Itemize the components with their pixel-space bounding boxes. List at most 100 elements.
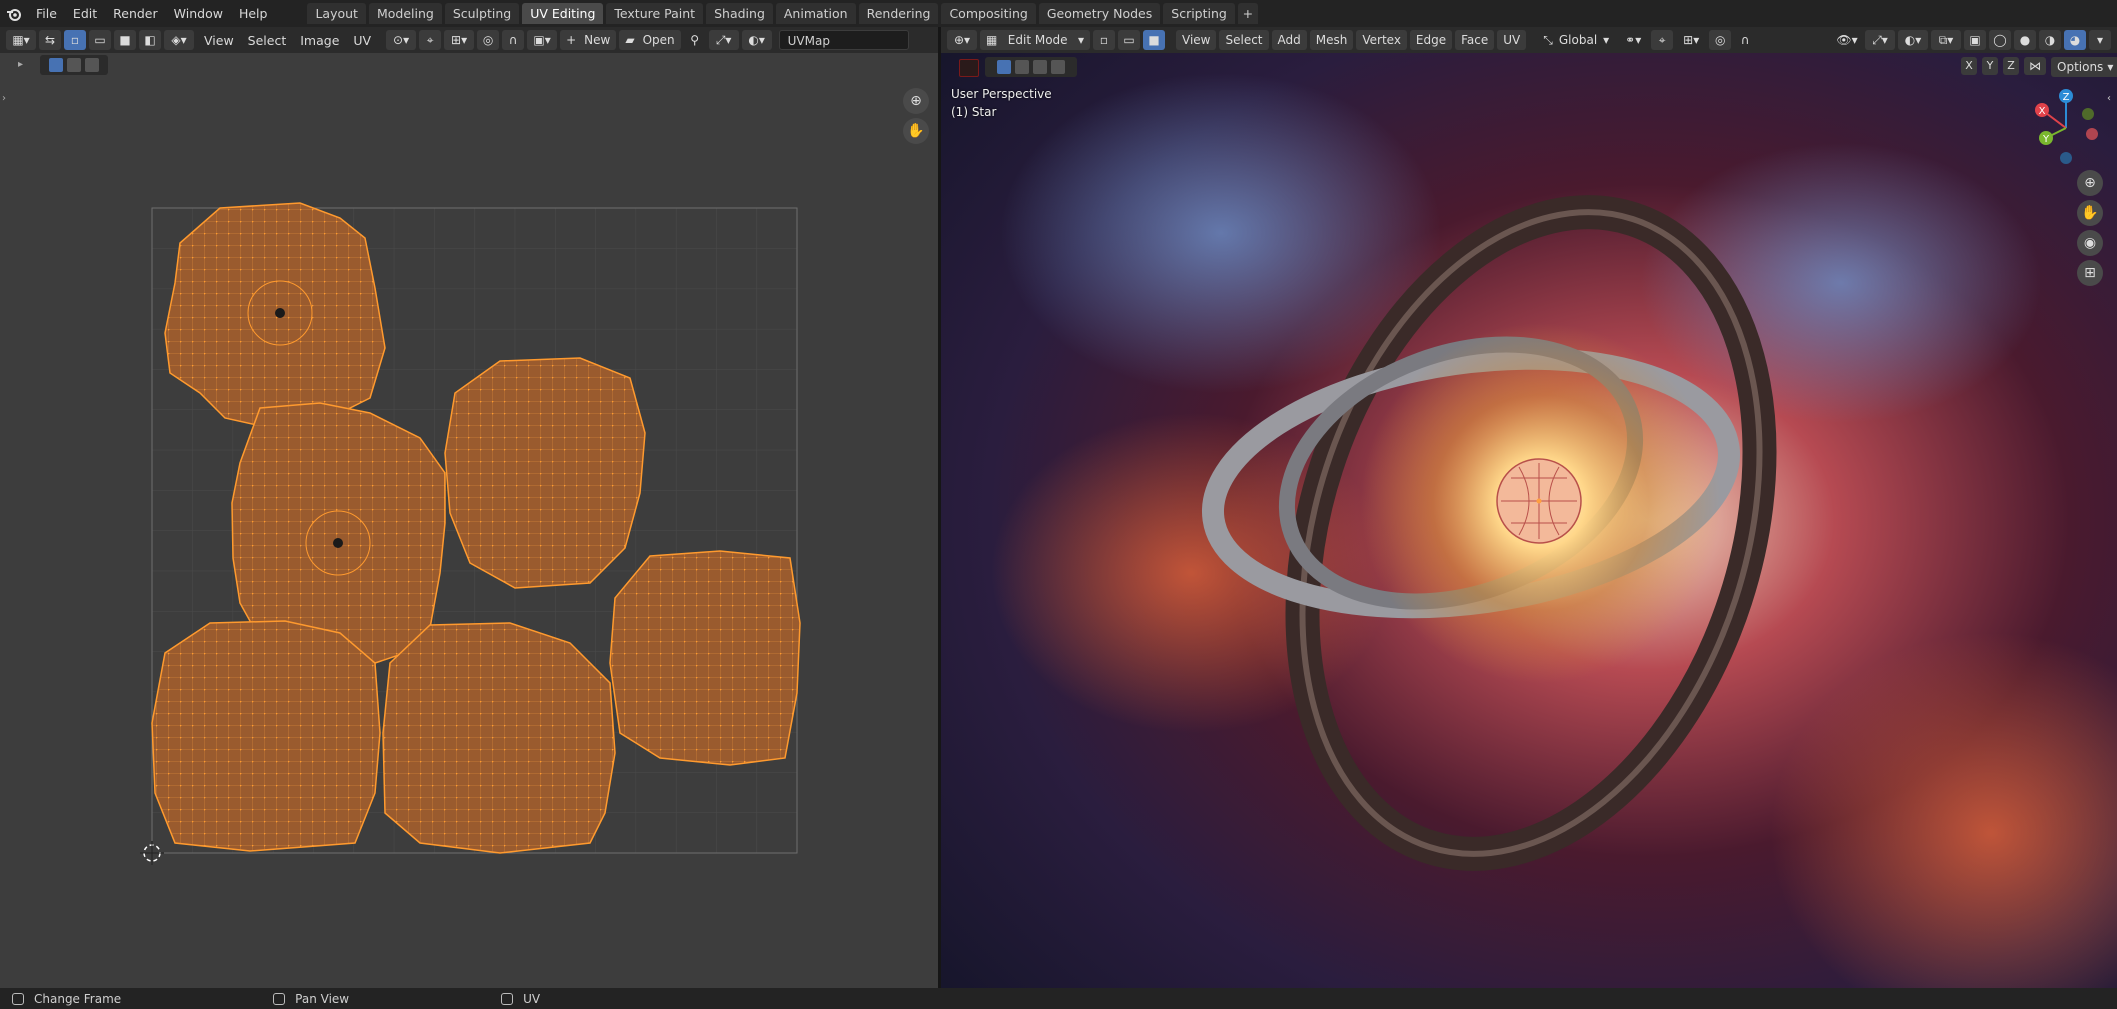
- shading-options-icon[interactable]: ▾: [2089, 30, 2111, 50]
- vp-menu-select[interactable]: Select: [1219, 30, 1269, 50]
- snap-target-icon[interactable]: ⊞▾: [444, 30, 475, 50]
- mirror-z-toggle[interactable]: Z: [2003, 57, 2019, 75]
- vp-snap-target-icon[interactable]: ⊞▾: [1676, 30, 1706, 50]
- add-workspace-button[interactable]: +: [1237, 3, 1258, 24]
- vp-select-new-icon[interactable]: [997, 60, 1011, 74]
- pivot-icon[interactable]: ⚭▾: [1618, 30, 1648, 50]
- tab-rendering[interactable]: Rendering: [858, 3, 939, 24]
- falloff-icon[interactable]: ∩: [502, 30, 525, 50]
- tab-geometry-nodes[interactable]: Geometry Nodes: [1038, 3, 1161, 24]
- menu-window[interactable]: Window: [166, 0, 231, 27]
- tab-sculpting[interactable]: Sculpting: [444, 3, 520, 24]
- sticky-select-icon[interactable]: ◈▾: [164, 30, 194, 50]
- vp-menu-edge[interactable]: Edge: [1409, 30, 1453, 50]
- vp-zoom-icon[interactable]: ⊕: [2077, 170, 2103, 196]
- menu-select[interactable]: Select: [241, 33, 294, 48]
- vp-select-extend-icon[interactable]: [1015, 60, 1029, 74]
- xray-icon[interactable]: ⧉▾: [1931, 30, 1961, 50]
- ortho-grid-icon[interactable]: ⊞: [2077, 260, 2103, 286]
- uv-editor-canvas[interactable]: ▸ › ⊕ ✋: [0, 53, 938, 988]
- uv-island-grid-4[interactable]: [382, 622, 616, 854]
- mirror-options-icon[interactable]: ⋈: [2024, 57, 2046, 75]
- 3d-viewport[interactable]: User Perspective (1) Star X Y Z ⋈ Option…: [941, 53, 2117, 988]
- tab-uv-editing[interactable]: UV Editing: [522, 3, 604, 24]
- gizmo-neg-y-icon[interactable]: [2082, 108, 2094, 120]
- pan-hand-icon[interactable]: ✋: [903, 118, 929, 144]
- vp-overlay-icon[interactable]: ◐▾: [1898, 30, 1928, 50]
- vertex-mode-icon[interactable]: ▫: [1093, 30, 1115, 50]
- vp-select-mode-toolbar[interactable]: [985, 57, 1077, 77]
- mirror-y-toggle[interactable]: Y: [1982, 57, 1998, 75]
- menu-file[interactable]: File: [28, 0, 65, 27]
- vp-menu-mesh[interactable]: Mesh: [1309, 30, 1354, 50]
- island-select-icon[interactable]: ◧: [139, 30, 161, 50]
- new-image-button[interactable]: + New: [560, 30, 617, 50]
- mirror-x-toggle[interactable]: X: [1961, 57, 1977, 75]
- vp-snap-icon[interactable]: ⌖: [1651, 30, 1674, 50]
- visibility-icon[interactable]: 👁▾: [1832, 30, 1862, 50]
- sidebar-expand-icon[interactable]: ‹: [2107, 93, 2111, 104]
- vp-select-subtract-icon[interactable]: [1033, 60, 1047, 74]
- face-select-icon[interactable]: ■: [114, 30, 136, 50]
- shading-rendered-icon[interactable]: ◕: [2064, 30, 2086, 50]
- vertex-select-icon[interactable]: ▫: [64, 30, 86, 50]
- pin-icon[interactable]: ⚲: [684, 30, 706, 50]
- zoom-icon[interactable]: ⊕: [903, 88, 929, 114]
- viewport-editor-type-icon[interactable]: ⊕▾: [947, 30, 977, 50]
- vp-menu-view[interactable]: View: [1176, 30, 1217, 50]
- vp-menu-uv[interactable]: UV: [1497, 30, 1527, 50]
- editor-type-icon[interactable]: ▦▾: [6, 30, 36, 50]
- edge-select-icon[interactable]: ▭: [89, 30, 111, 50]
- vp-select-invert-icon[interactable]: [1051, 60, 1065, 74]
- mouse-middle-icon: [273, 992, 286, 1005]
- gizmo-neg-z-icon[interactable]: [2060, 152, 2072, 164]
- camera-view-icon[interactable]: ◉: [2077, 230, 2103, 256]
- tab-shading[interactable]: Shading: [706, 3, 773, 24]
- edge-mode-icon[interactable]: ▭: [1118, 30, 1140, 50]
- shading-solid-icon[interactable]: ●: [2014, 30, 2036, 50]
- pivot-point-icon[interactable]: ⊙▾: [386, 30, 417, 50]
- open-image-button[interactable]: ▰ Open: [619, 30, 681, 50]
- uv-island-grid-2[interactable]: [609, 550, 801, 766]
- menu-help[interactable]: Help: [231, 0, 276, 27]
- tab-compositing[interactable]: Compositing: [941, 3, 1036, 24]
- gizmo-toggle-icon[interactable]: ⤢▾: [708, 30, 739, 50]
- vp-menu-face[interactable]: Face: [1455, 30, 1495, 50]
- proportional-edit-icon[interactable]: ◎: [477, 30, 500, 50]
- vp-falloff-icon[interactable]: ∩: [1734, 30, 1756, 50]
- uvmap-field[interactable]: UVMap: [778, 30, 909, 50]
- vp-proportional-icon[interactable]: ◎: [1709, 30, 1732, 50]
- vp-gizmo-icon[interactable]: ⤢▾: [1865, 30, 1895, 50]
- vp-menu-vertex[interactable]: Vertex: [1356, 30, 1407, 50]
- options-button[interactable]: Options ▾: [2051, 57, 2117, 77]
- overlay-toggle-icon[interactable]: ◐▾: [741, 30, 772, 50]
- toggle-xray-icon[interactable]: ▣: [1964, 30, 1986, 50]
- navigation-gizmo[interactable]: Z X Y: [2026, 88, 2106, 168]
- face-mode-icon[interactable]: ■: [1143, 30, 1165, 50]
- select-tool-icon[interactable]: [959, 59, 979, 77]
- image-browse-icon[interactable]: ▣▾: [527, 30, 558, 50]
- tab-texture-paint[interactable]: Texture Paint: [606, 3, 704, 24]
- orientation-select[interactable]: ⤡ Global ▾: [1537, 30, 1615, 50]
- menu-image[interactable]: Image: [293, 33, 346, 48]
- menu-uv[interactable]: UV: [346, 33, 378, 48]
- sync-selection-icon[interactable]: ⇆: [39, 30, 61, 50]
- tab-modeling[interactable]: Modeling: [368, 3, 442, 24]
- tab-scripting[interactable]: Scripting: [1163, 3, 1235, 24]
- menu-view[interactable]: View: [197, 33, 241, 48]
- shading-material-icon[interactable]: ◑: [2039, 30, 2061, 50]
- mode-select[interactable]: ▦ Edit Mode ▾: [980, 30, 1090, 50]
- star-mesh[interactable]: [1496, 458, 1582, 544]
- vp-pan-hand-icon[interactable]: ✋: [2077, 200, 2103, 226]
- uv-island-grid-1[interactable]: [444, 357, 646, 589]
- tab-layout[interactable]: Layout: [307, 3, 366, 24]
- vp-menu-add[interactable]: Add: [1271, 30, 1307, 50]
- snap-icon[interactable]: ⌖: [419, 30, 442, 50]
- gizmo-neg-x-icon[interactable]: [2086, 128, 2098, 140]
- shading-wireframe-icon[interactable]: ◯: [1989, 30, 2011, 50]
- menu-render[interactable]: Render: [105, 0, 166, 27]
- menu-edit[interactable]: Edit: [65, 0, 105, 27]
- uv-island-grid-3[interactable]: [151, 620, 381, 852]
- tab-animation[interactable]: Animation: [775, 3, 856, 24]
- blender-logo-icon[interactable]: [0, 0, 28, 27]
